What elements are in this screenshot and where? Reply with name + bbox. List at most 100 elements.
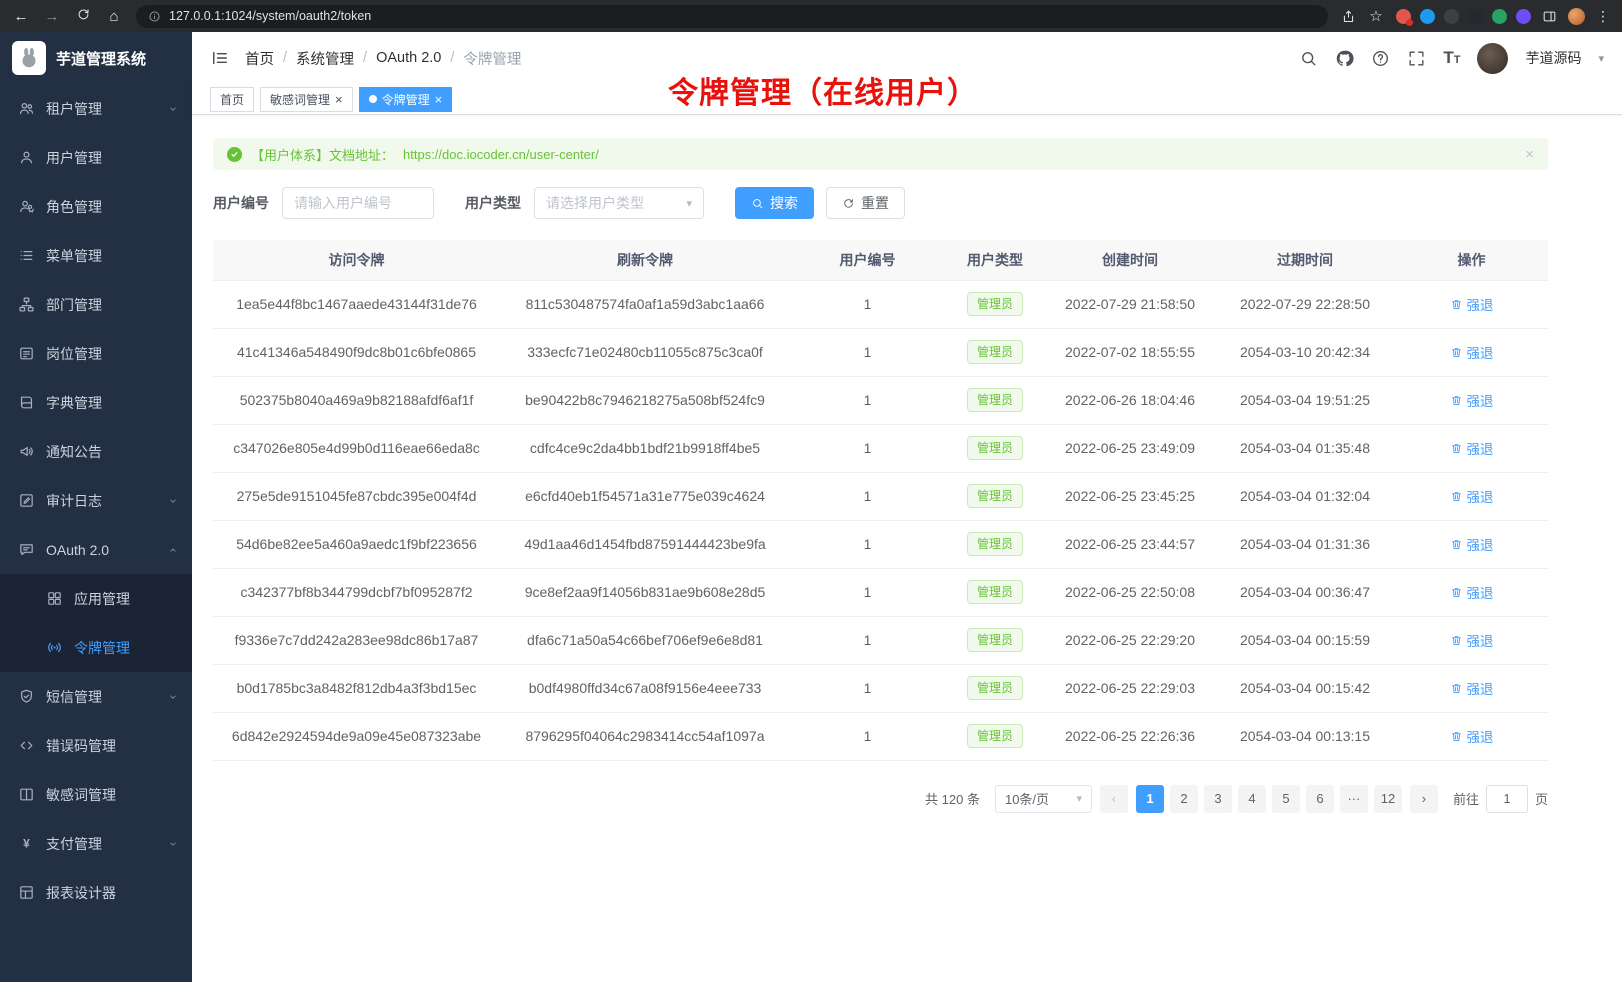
sidebar-item-tenant[interactable]: 租户管理	[0, 84, 192, 133]
extension-orange-icon[interactable]	[1396, 9, 1411, 24]
bookmark-star-icon[interactable]: ☆	[1367, 7, 1385, 25]
close-icon[interactable]: ×	[435, 93, 443, 106]
sidebar-item-report-designer[interactable]: 报表设计器	[0, 868, 192, 917]
breadcrumb-item[interactable]: OAuth 2.0	[376, 50, 441, 66]
app-logo[interactable]: 芋道管理系统	[0, 32, 192, 84]
more-pages-button[interactable]: ···	[1340, 785, 1368, 813]
chevron-down-icon[interactable]: ▾	[1598, 52, 1604, 65]
prev-page-button[interactable]: ‹	[1100, 785, 1128, 813]
github-icon[interactable]	[1335, 49, 1354, 68]
browser-profile-avatar[interactable]	[1568, 8, 1585, 25]
screen: ← → ⌂ 127.0.0.1:1024/system/oauth2/token…	[0, 0, 1622, 982]
force-logout-button[interactable]: 强退	[1450, 486, 1494, 506]
tree-icon	[18, 296, 35, 313]
browser-home-icon[interactable]: ⌂	[105, 8, 123, 25]
cell-user-type: 管理员	[945, 472, 1045, 520]
page-button-6[interactable]: 6	[1306, 785, 1334, 813]
cell-actions: 强退	[1395, 424, 1548, 472]
close-icon[interactable]: ×	[335, 93, 343, 106]
sidebar-item-notice[interactable]: 通知公告	[0, 427, 192, 476]
browser-actions: ☆ ⋮	[1341, 7, 1610, 25]
url-bar[interactable]: 127.0.0.1:1024/system/oauth2/token	[136, 5, 1328, 28]
search-icon[interactable]	[1299, 49, 1318, 68]
sidebar-item-audit-log[interactable]: 审计日志	[0, 476, 192, 525]
share-icon[interactable]	[1341, 9, 1356, 24]
force-logout-button[interactable]: 强退	[1450, 630, 1494, 650]
force-logout-button[interactable]: 强退	[1450, 342, 1494, 362]
extension-black-icon[interactable]	[1468, 9, 1483, 24]
signal-icon	[46, 639, 63, 656]
extension-green-icon[interactable]	[1492, 9, 1507, 24]
alert-banner: 【用户体系】文档地址： https://doc.iocoder.cn/user-…	[213, 138, 1548, 170]
goto-suffix: 页	[1535, 789, 1548, 808]
table-row: 1ea5e44f8bc1467aaede43144f31de76811c5304…	[213, 280, 1548, 328]
sidebar-item-sensitive-word[interactable]: 敏感词管理	[0, 770, 192, 819]
extension-blue-icon[interactable]	[1420, 9, 1435, 24]
sidebar-item-oauth2[interactable]: OAuth 2.0	[0, 525, 192, 574]
cell-refresh-token: be90422b8c7946218275a508bf524fc9	[500, 376, 790, 424]
sidebar-item-oauth2-token[interactable]: 令牌管理	[0, 623, 192, 672]
force-logout-button[interactable]: 强退	[1450, 582, 1494, 602]
sidebar-item-oauth2-application[interactable]: 应用管理	[0, 574, 192, 623]
extension-purple-icon[interactable]	[1516, 9, 1531, 24]
page-button-5[interactable]: 5	[1272, 785, 1300, 813]
user-id-input[interactable]	[282, 187, 434, 219]
sidebar-item-sms[interactable]: 短信管理	[0, 672, 192, 721]
search-button[interactable]: 搜索	[735, 187, 814, 219]
breadcrumb-item[interactable]: 首页	[245, 48, 274, 69]
action-label: 强退	[1467, 678, 1494, 698]
force-logout-button[interactable]: 强退	[1450, 390, 1494, 410]
force-logout-button[interactable]: 强退	[1450, 678, 1494, 698]
sidebar-item-user[interactable]: 用户管理	[0, 133, 192, 182]
force-logout-button[interactable]: 强退	[1450, 726, 1494, 746]
tab-home[interactable]: 首页	[210, 87, 254, 112]
alert-doc-link[interactable]: https://doc.iocoder.cn/user-center/	[403, 147, 599, 162]
force-logout-button[interactable]: 强退	[1450, 438, 1494, 458]
page-size-select[interactable]: 10条/页 ▾	[995, 785, 1092, 813]
force-logout-button[interactable]: 强退	[1450, 534, 1494, 554]
goto-page-input[interactable]	[1486, 785, 1528, 813]
page-button-1[interactable]: 1	[1136, 785, 1164, 813]
browser-back-icon[interactable]: ←	[12, 8, 30, 25]
sidebar-item-post[interactable]: 岗位管理	[0, 329, 192, 378]
trash-icon	[1450, 634, 1463, 647]
fullscreen-icon[interactable]	[1407, 49, 1426, 68]
close-icon[interactable]: ×	[1525, 146, 1534, 163]
role-icon	[18, 198, 35, 215]
sidebar-item-role[interactable]: 角色管理	[0, 182, 192, 231]
extension-dark-icon[interactable]	[1444, 9, 1459, 24]
collapse-sidebar-icon[interactable]	[210, 48, 230, 68]
page-button-12[interactable]: 12	[1374, 785, 1402, 813]
browser-forward-icon[interactable]: →	[43, 8, 61, 25]
table-header-row: 访问令牌刷新令牌用户编号用户类型创建时间过期时间操作	[213, 240, 1548, 280]
help-icon[interactable]	[1371, 49, 1390, 68]
tab-token[interactable]: 令牌管理×	[359, 87, 453, 112]
page-button-3[interactable]: 3	[1204, 785, 1232, 813]
column-header: 操作	[1395, 240, 1548, 280]
sidebar-item-menu[interactable]: 菜单管理	[0, 231, 192, 280]
cell-user-id: 1	[790, 472, 945, 520]
user-avatar[interactable]	[1477, 43, 1508, 74]
next-page-button[interactable]: ›	[1410, 785, 1438, 813]
browser-refresh-icon[interactable]	[74, 7, 92, 26]
browser-menu-icon[interactable]: ⋮	[1596, 8, 1610, 25]
sidebar-item-pay[interactable]: ¥支付管理	[0, 819, 192, 868]
user-type-badge: 管理员	[967, 340, 1023, 364]
user-type-select[interactable]: 请选择用户类型 ▾	[534, 187, 704, 219]
page-button-4[interactable]: 4	[1238, 785, 1266, 813]
reset-button[interactable]: 重置	[826, 187, 905, 219]
info-icon[interactable]	[148, 10, 161, 23]
font-size-icon[interactable]: TT	[1443, 48, 1460, 68]
user-name[interactable]: 芋道源码	[1525, 48, 1581, 68]
page-button-2[interactable]: 2	[1170, 785, 1198, 813]
cell-actions: 强退	[1395, 472, 1548, 520]
tab-sensitive-word[interactable]: 敏感词管理×	[260, 87, 353, 112]
trash-icon	[1450, 442, 1463, 455]
sidebar-item-error-code[interactable]: 错误码管理	[0, 721, 192, 770]
sidebar-item-dict[interactable]: 字典管理	[0, 378, 192, 427]
sidebar-item-dept[interactable]: 部门管理	[0, 280, 192, 329]
side-panel-icon[interactable]	[1542, 9, 1557, 24]
force-logout-button[interactable]: 强退	[1450, 294, 1494, 314]
cell-expire-time: 2054-03-04 00:15:42	[1215, 664, 1395, 712]
breadcrumb-item[interactable]: 系统管理	[296, 48, 354, 69]
